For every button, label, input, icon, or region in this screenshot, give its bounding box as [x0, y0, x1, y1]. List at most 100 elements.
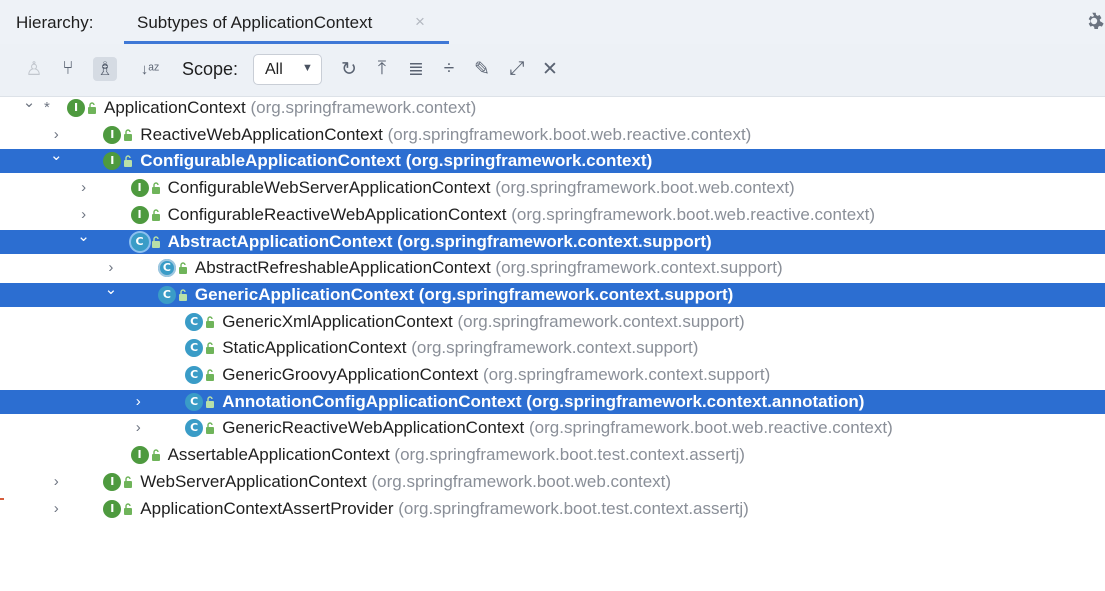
type-name: GenericApplicationContext [194, 284, 415, 304]
type-name: GenericXmlApplicationContext [222, 311, 453, 331]
type-label: ConfigurableApplicationContext (org.spri… [140, 151, 652, 171]
supertypes-icon[interactable]: ♙ [22, 57, 46, 81]
type-label: GenericReactiveWebApplicationContext (or… [222, 418, 893, 438]
tree-row[interactable]: › I ReactiveWebApplicationContext (org.spr… [0, 123, 1105, 147]
package-name: (org.springframework.boot.web.context) [371, 471, 672, 491]
chevron-down-icon[interactable]: ⌄ [21, 92, 37, 114]
public-visibility-icon [88, 102, 96, 114]
package-name: (org.springframework.boot.test.context.a… [394, 445, 745, 465]
interface-icon: I [130, 205, 149, 224]
subtypes-icon[interactable]: ⑂ [56, 57, 80, 81]
package-name: (org.springframework.context.support) [397, 231, 712, 251]
tab-subtypes[interactable]: Subtypes of ApplicationContext × [124, 0, 449, 44]
collapse-all-icon[interactable]: ÷ [437, 57, 461, 81]
tree-row[interactable]: ⌄ I ConfigurableApplicationContext (org.sp… [0, 147, 1105, 174]
type-label: GenericApplicationContext (org.springfra… [195, 285, 733, 305]
package-name: (org.springframework.boot.web.reactive.c… [511, 204, 876, 224]
tree-row[interactable]: › C AbstractRefreshableApplicationContext … [0, 256, 1105, 280]
refresh-icon[interactable]: ↻ [337, 57, 361, 81]
hierarchy-tool-window: Hierarchy: Subtypes of ApplicationContex… [0, 0, 1105, 591]
type-name: StaticApplicationContext [222, 338, 407, 358]
type-label: ConfigurableReactiveWebApplicationContex… [168, 205, 875, 225]
tree-row[interactable]: C GenericGroovyApplicationContext (org.sp… [0, 363, 1105, 387]
type-label: AnnotationConfigApplicationContext (org.… [222, 392, 864, 412]
type-label: GenericGroovyApplicationContext (org.spr… [222, 365, 770, 385]
tree-row[interactable]: I AssertableApplicationContext (org.sprin… [0, 443, 1105, 467]
base-marker-icon: * [44, 99, 50, 116]
interface-icon: I [130, 446, 149, 465]
chevron-right-icon[interactable]: › [76, 177, 92, 199]
public-visibility-icon [206, 369, 215, 381]
hierarchy-header: Hierarchy: Subtypes of ApplicationContex… [0, 0, 1105, 44]
expand-all-icon[interactable]: ≣ [404, 57, 428, 81]
type-name: GenericReactiveWebApplicationContext [222, 418, 525, 438]
chevron-down-icon[interactable]: ⌄ [103, 279, 119, 301]
tree-row[interactable]: ⌄ * I ApplicationContext (org.springframewo… [0, 94, 1105, 120]
package-name: (org.springframework.boot.web.reactive.c… [387, 124, 752, 144]
autoscroll-from-source-icon[interactable]: ⤒ [370, 57, 394, 81]
type-label: WebServerApplicationContext (org.springf… [140, 472, 671, 492]
public-visibility-icon [151, 182, 160, 195]
sort-alphabetically-icon[interactable]: ↓ᵃᶻ [138, 57, 162, 81]
tree-row[interactable]: C StaticApplicationContext (org.springfra… [0, 336, 1105, 360]
type-name: AnnotationConfigApplicationContext [222, 391, 522, 411]
chevron-down-icon[interactable]: ⌄ [48, 145, 64, 167]
public-visibility-icon [151, 209, 160, 221]
type-name: WebServerApplicationContext [140, 471, 367, 491]
type-label: ReactiveWebApplicationContext (org.sprin… [140, 125, 751, 145]
public-visibility-icon [124, 129, 133, 141]
public-visibility-icon [206, 396, 215, 408]
tree-row[interactable]: › I ConfigurableWebServerApplicationContex… [0, 176, 1105, 200]
type-name: ReactiveWebApplicationContext [140, 124, 383, 144]
chevron-right-icon[interactable]: › [48, 471, 64, 493]
type-name: AssertableApplicationContext [167, 445, 390, 465]
scope-select[interactable]: All ▼ [253, 54, 322, 85]
type-label: ApplicationContext (org.springframework.… [104, 98, 476, 118]
type-name: ApplicationContext [104, 98, 246, 117]
chevron-right-icon[interactable]: › [48, 498, 64, 520]
tree-row[interactable]: › C GenericReactiveWebApplicationContext (… [0, 416, 1105, 440]
type-label: AssertableApplicationContext (org.spring… [168, 445, 745, 465]
chevron-down-icon[interactable]: ⌄ [76, 226, 92, 248]
tab-title: Subtypes of ApplicationContext [137, 13, 373, 32]
scope-label: Scope: [182, 59, 239, 79]
class-hierarchy-icon[interactable]: ♗ [93, 57, 117, 81]
chevron-right-icon[interactable]: › [48, 124, 64, 146]
close-icon[interactable]: ✕ [538, 57, 562, 81]
tree-row[interactable]: C GenericXmlApplicationContext (org.sprin… [0, 310, 1105, 334]
open-in-window-icon[interactable]: ⤢ [505, 57, 529, 81]
class-icon: C [185, 339, 204, 358]
type-name: AbstractApplicationContext [167, 231, 393, 251]
hierarchy-label: Hierarchy: [16, 13, 94, 32]
gear-icon[interactable] [1083, 10, 1105, 32]
public-visibility-icon [178, 289, 187, 301]
interface-icon: I [103, 499, 122, 518]
public-visibility-icon [206, 422, 215, 435]
class-icon: C [157, 285, 176, 304]
tree-row[interactable]: › C AnnotationConfigApplicationContext (or… [0, 389, 1105, 414]
type-label: GenericXmlApplicationContext (org.spring… [222, 312, 745, 332]
chevron-right-icon[interactable]: › [130, 391, 146, 413]
public-visibility-icon [206, 315, 215, 328]
package-name: (org.springframework.context.annotation) [526, 391, 865, 411]
package-name: (org.springframework.context.support) [411, 338, 699, 358]
interface-icon: I [103, 472, 122, 491]
package-name: (org.springframework.context) [405, 151, 653, 171]
chevron-right-icon[interactable]: › [103, 257, 119, 279]
tree-row[interactable]: › I ConfigurableReactiveWebApplicationCont… [0, 203, 1105, 227]
pin-icon[interactable]: ✎ [470, 57, 494, 81]
tree-row[interactable]: ⌄ C AbstractApplicationContext (org.spring… [0, 228, 1105, 254]
chevron-right-icon[interactable]: › [130, 417, 146, 439]
chevron-right-icon[interactable]: › [76, 204, 92, 226]
package-name: (org.springframework.context.support) [457, 311, 745, 331]
tree-row[interactable]: › I ApplicationContextAssertProvider (org.… [0, 497, 1105, 521]
tree-row[interactable]: ⌄ C GenericApplicationContext (org.springf… [0, 281, 1105, 307]
type-label: StaticApplicationContext (org.springfram… [222, 338, 698, 358]
public-visibility-icon [178, 262, 187, 275]
tab-close-icon[interactable]: × [415, 12, 425, 32]
class-icon: C [185, 366, 204, 384]
chevron-down-icon: ▼ [302, 62, 313, 74]
type-label: AbstractRefreshableApplicationContext (o… [195, 258, 783, 278]
tree-row[interactable]: › I WebServerApplicationContext (org.sprin… [0, 470, 1105, 494]
type-name: AbstractRefreshableApplicationContext [194, 258, 491, 278]
